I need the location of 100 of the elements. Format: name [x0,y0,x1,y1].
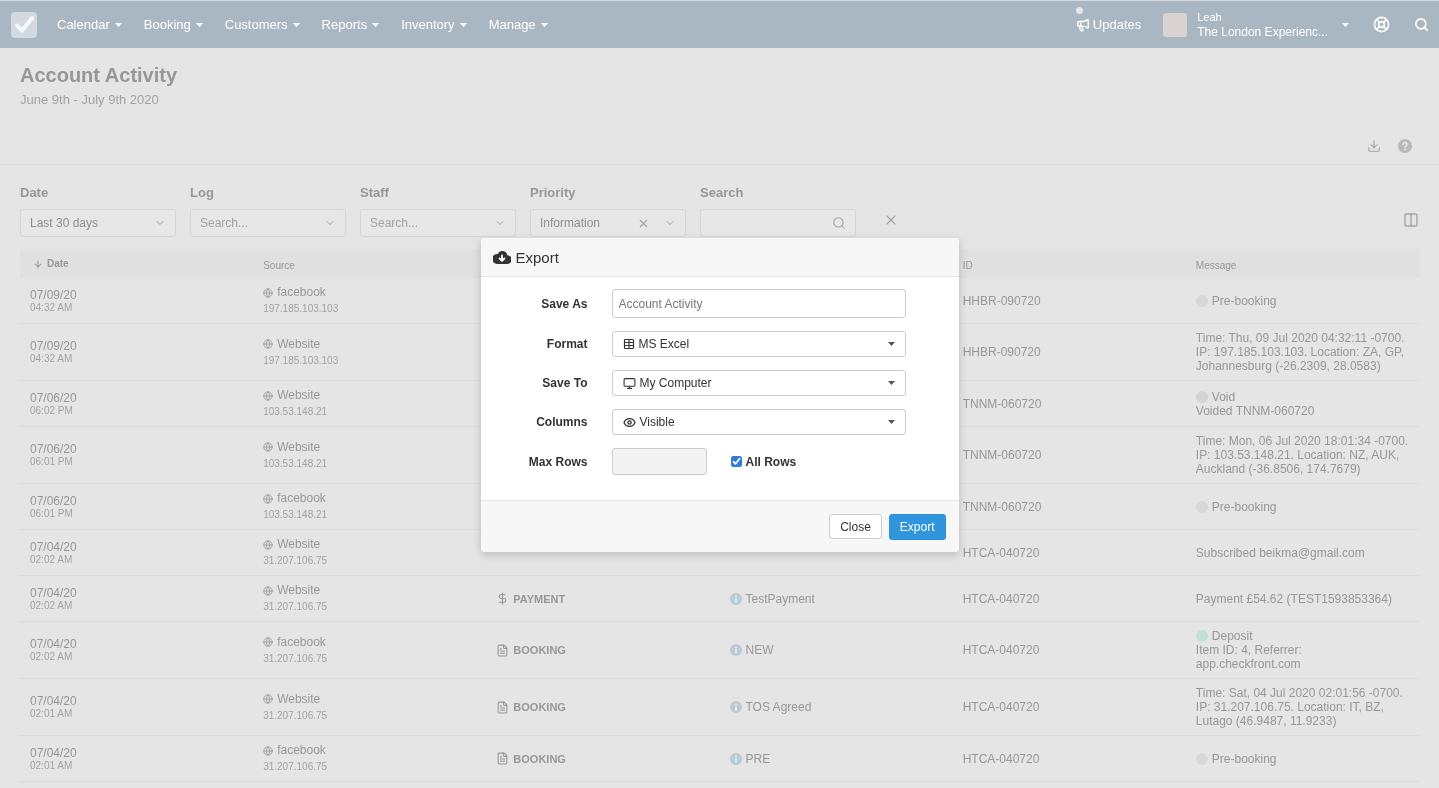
date-text: 07/09/20 [30,339,78,353]
caret-icon [887,342,895,346]
dialog-title: Export [515,248,559,266]
source-text: Website [277,537,321,552]
document-icon [496,643,510,657]
save-as-field[interactable]: Account Activity [611,289,906,318]
source-text: facebook [277,491,326,506]
nav-menu-item[interactable]: Calendar [46,1,133,48]
type-label: PAYMENT [513,591,566,606]
booking-id-text: HTCA-040720 [962,591,1041,606]
type-label: BOOKING [513,643,566,657]
booking-id-text: HTCA-040720 [962,751,1041,766]
columns-icon[interactable] [1403,212,1419,228]
ip-address-text: 31.207.106.75 [263,760,329,774]
source-text: Website [277,388,321,403]
date-range-text: June 9th - July 9th 2020 [20,92,160,107]
lifebuoy-icon[interactable] [1373,16,1390,33]
avatar-placeholder[interactable] [1163,12,1188,37]
booking-id-text: TNNM-060720 [962,499,1043,514]
export-button[interactable]: Export [888,513,946,540]
time-text: 06:01 PM [30,507,74,520]
sort-arrow-icon [33,258,43,269]
close-button[interactable]: Close [829,514,882,539]
booking-id-text: HTCA-040720 [962,545,1041,560]
field-label: Save As [540,296,588,311]
filter-select[interactable]: Search... [360,209,516,237]
column-header[interactable]: Source [263,259,295,271]
nav-menu-item[interactable]: Inventory [390,1,478,48]
field-label: Save To [541,376,588,390]
source-text: Website [277,439,321,455]
ip-address-text: 103.53.148.21 [263,456,329,471]
field-label: Columns [535,415,588,429]
nav-menu-item[interactable]: Manage [477,1,559,48]
source-text: facebook [277,743,326,758]
booking-id-text: HTCA-040720 [962,643,1041,657]
format-select[interactable]: MS Excel [611,331,906,357]
column-header[interactable]: ID [962,259,973,271]
page-title: Account Activity [20,63,179,87]
search-field[interactable] [700,209,856,237]
save-to-select[interactable]: My Computer [611,370,906,396]
download-icon[interactable] [1367,139,1381,153]
date-text: 07/09/20 [30,287,78,302]
search-icon [832,216,846,230]
ip-address-text: 31.207.106.75 [263,708,329,723]
nav-menu-item[interactable]: Reports [310,1,391,48]
filter-label: Log [190,185,215,200]
updates-link[interactable]: Updates [1075,17,1142,32]
filter-label: Staff [360,185,390,200]
time-text: 02:01 AM [30,708,74,720]
caret-icon [372,22,380,27]
time-text: 02:02 AM [30,651,74,663]
date-text: 07/06/20 [30,442,78,456]
document-icon [496,700,510,714]
filter-select[interactable]: Search... [190,209,346,237]
globe-icon [263,585,274,596]
caret-icon[interactable] [1342,22,1349,27]
help-icon[interactable] [1398,139,1412,153]
globe-icon [263,694,274,704]
search-icon[interactable] [1414,17,1429,32]
booking-id-text: HTCA-040720 [962,700,1041,714]
ip-address-text: 31.207.106.75 [263,651,329,666]
date-text: 07/06/20 [30,390,78,405]
time-text: 02:02 AM [30,553,74,566]
filter-select[interactable]: Last 30 days [20,209,176,237]
source-text: Website [277,336,321,352]
time-text: 06:02 PM [30,404,74,417]
filter-label: Priority [530,185,577,200]
time-text: 02:01 AM [30,759,74,772]
nav-menu-item[interactable]: Booking [132,1,214,48]
source-text: Website [277,691,321,707]
globe-icon [263,339,274,349]
booking-id-text: HHBR-090720 [962,293,1042,308]
document-icon [496,752,510,765]
status-label: Pre-booking [1211,751,1277,766]
message-text: Time: Sat, 04 Jul 2020 02:01:56 -0700. IP: 31.207.106.75. Location: IT, BZ, Lutago (46.9487, 11.9233) [1195,686,1404,728]
status-label: Void [1211,389,1236,404]
checkmark-logo-icon[interactable] [11,11,37,38]
time-text: 06:01 PM [30,456,74,468]
column-header[interactable]: Date [30,258,69,269]
time-text: 04:32 AM [30,353,74,365]
filter-label: Date [20,185,50,200]
ip-address-text: 31.207.106.75 [263,554,329,568]
time-text: 04:32 AM [30,301,74,314]
columns-select[interactable]: Visible [611,409,906,435]
caret-icon [540,22,548,27]
ip-address-text: 103.53.148.21 [263,405,329,419]
ip-address-text: 31.207.106.75 [263,600,329,614]
ip-address-text: 197.185.103.103 [263,353,340,368]
filter-select[interactable]: Information [530,209,686,237]
nav-menu-item[interactable]: Customers [213,1,311,48]
globe-icon [263,442,274,452]
message-text: Subscribed beikma@gmail.com [1195,545,1366,560]
globe-icon [263,539,274,550]
caret-icon [292,22,300,27]
column-header[interactable]: Message [1195,259,1237,271]
ip-address-text: 103.53.148.21 [263,508,329,522]
source-text: facebook [277,634,326,650]
message-text: Time: Mon, 06 Jul 2020 18:01:34 -0700. IP: 103.53.148.21. Location: NZ, AUK, Auckland (-36.8506, 174.7679) [1195,434,1409,476]
time-text: 02:02 AM [30,599,74,612]
message-text: Payment £54.62 (TEST1593853364) [1195,591,1393,606]
